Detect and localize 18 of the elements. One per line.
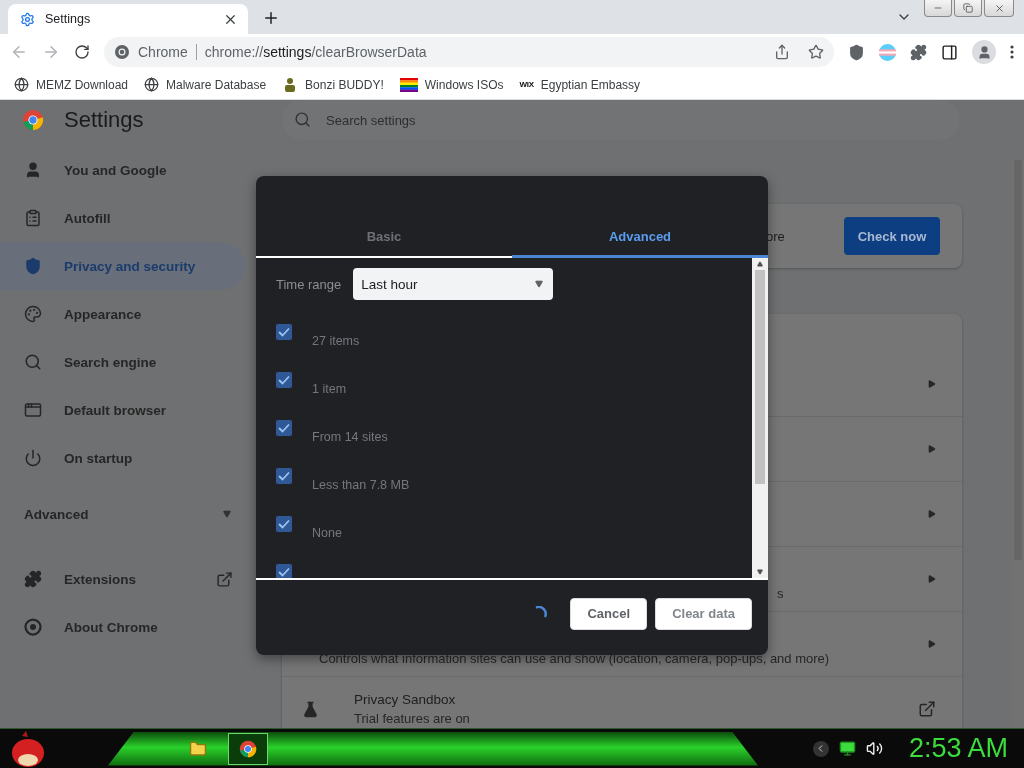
item-detail: 27 items	[312, 334, 360, 350]
site-label: Chrome	[138, 44, 188, 60]
row-subtitle: Controls what information sites can use and show (location, camera, pop-ups, and more)	[319, 650, 830, 666]
nav-label: Extensions	[64, 571, 138, 587]
time-range-label: Time range	[276, 276, 342, 292]
item-detail: From 14 sites	[312, 430, 388, 446]
url-text: chrome://settings/clearBrowserData	[204, 44, 428, 60]
row-subtitle: Trial features are on	[354, 711, 470, 726]
row-title: Privacy Sandbox	[354, 692, 456, 707]
logo-text: WIX	[519, 80, 534, 89]
row-subtitle: s	[777, 585, 784, 601]
item-detail: 1 item	[312, 382, 347, 398]
clock: 2:53 AM	[908, 733, 1008, 764]
nav-label: About Chrome	[64, 619, 159, 635]
page-title: Settings	[64, 107, 144, 133]
tab-title: Settings	[45, 12, 92, 26]
item-detail: Less than 7.8 MB	[312, 478, 410, 494]
item-detail: None	[312, 526, 342, 542]
